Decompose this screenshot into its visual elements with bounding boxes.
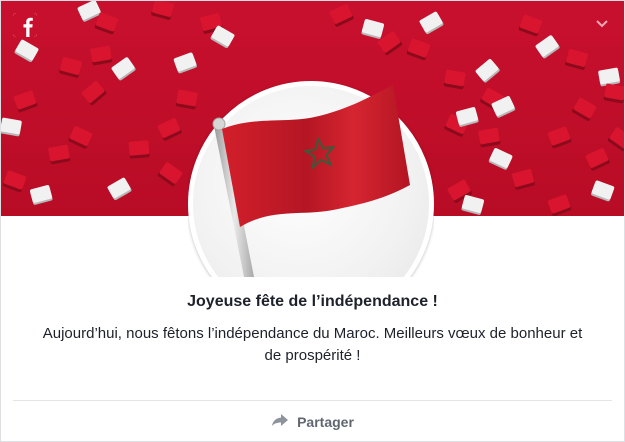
share-arrow-icon (271, 413, 289, 432)
flag-illustration (188, 81, 434, 277)
divider (13, 400, 612, 401)
share-button[interactable]: Partager (1, 409, 624, 435)
share-label: Partager (297, 414, 354, 430)
card-title: Joyeuse fête de l’indépendance ! (187, 293, 438, 310)
facebook-icon (13, 13, 37, 37)
card-message: Aujourd’hui, nous fêtons l’indépendance … (42, 325, 583, 364)
chevron-down-icon[interactable] (594, 17, 610, 29)
celebration-card: Joyeuse fête de l’indépendance ! Aujourd… (0, 0, 625, 442)
morocco-flag-icon (212, 85, 410, 277)
